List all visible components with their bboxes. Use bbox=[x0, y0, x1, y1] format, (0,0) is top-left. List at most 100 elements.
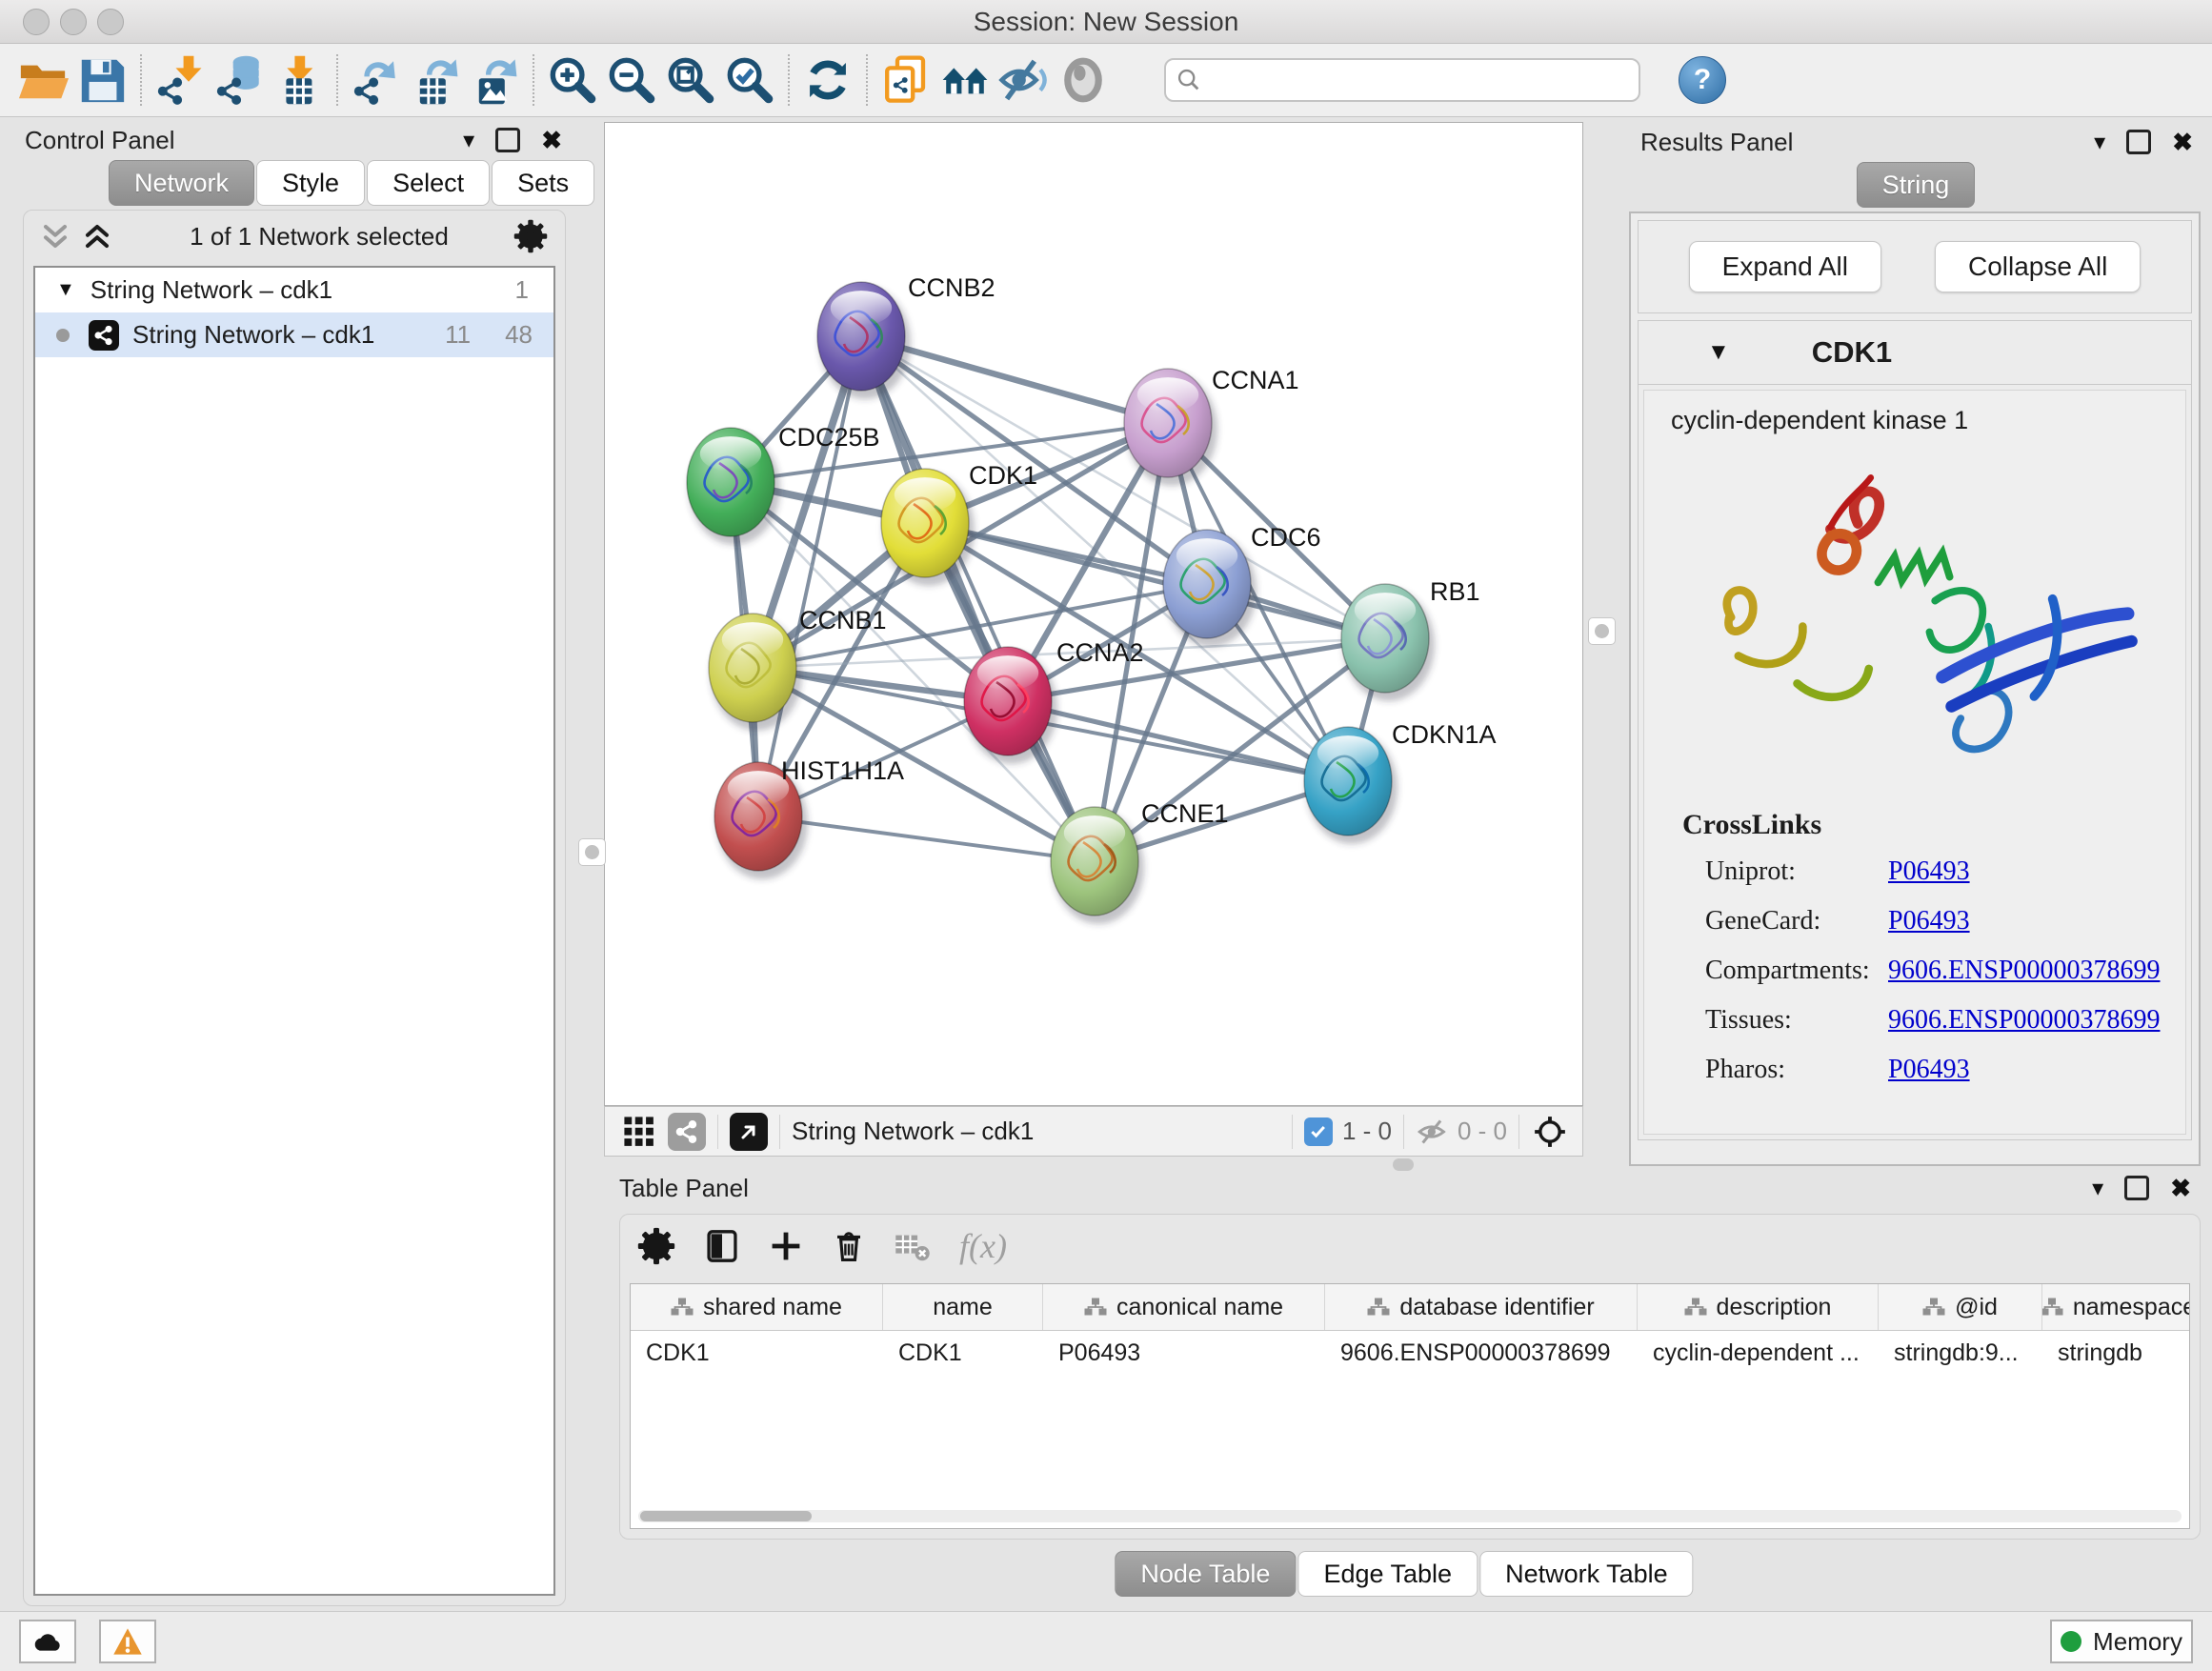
open-session-button[interactable] bbox=[13, 50, 72, 110]
panel-menu-icon[interactable]: ▾ bbox=[2092, 1175, 2103, 1202]
save-session-button[interactable] bbox=[72, 50, 131, 110]
zoom-in-button[interactable] bbox=[543, 50, 602, 110]
zoom-window-button[interactable] bbox=[97, 9, 124, 35]
expand-all-icon[interactable] bbox=[83, 222, 111, 251]
tab-style[interactable]: Style bbox=[256, 160, 365, 206]
network-node-CCNA1[interactable] bbox=[1124, 369, 1217, 486]
table-row[interactable]: CDK1CDK1P064939606.ENSP00000378699cyclin… bbox=[631, 1331, 2189, 1375]
hide-graphics-button[interactable] bbox=[995, 50, 1054, 110]
tree-expander-icon[interactable]: ▼ bbox=[56, 279, 75, 301]
collapse-all-icon[interactable] bbox=[41, 222, 70, 251]
panel-float-icon[interactable] bbox=[495, 128, 520, 152]
horizontal-scrollbar[interactable] bbox=[638, 1510, 2182, 1522]
first-neighbors-button[interactable] bbox=[935, 50, 995, 110]
panel-menu-icon[interactable]: ▾ bbox=[463, 127, 474, 154]
network-collection-row[interactable]: ▼ String Network – cdk1 1 bbox=[35, 268, 553, 312]
crosslink-value-link[interactable]: 9606.ENSP00000378699 bbox=[1888, 956, 2160, 986]
import-network-database-button[interactable] bbox=[210, 50, 269, 110]
detach-view-button[interactable] bbox=[730, 1113, 768, 1151]
refresh-button[interactable] bbox=[798, 50, 857, 110]
open-folder-icon bbox=[17, 54, 69, 106]
tab-network-table[interactable]: Network Table bbox=[1479, 1551, 1694, 1597]
panel-menu-icon[interactable]: ▾ bbox=[2094, 129, 2105, 156]
crosslink-value-link[interactable]: P06493 bbox=[1888, 906, 1970, 936]
tab-select[interactable]: Select bbox=[367, 160, 490, 206]
crosslink-value-link[interactable]: 9606.ENSP00000378699 bbox=[1888, 1005, 2160, 1036]
table-settings-gear-icon[interactable] bbox=[637, 1227, 675, 1265]
right-splitter-handle[interactable] bbox=[1588, 617, 1616, 645]
gear-icon[interactable] bbox=[513, 219, 548, 253]
panel-close-icon[interactable]: ✖ bbox=[2172, 128, 2193, 157]
fit-content-button[interactable] bbox=[1531, 1113, 1569, 1151]
network-node-CDC6[interactable] bbox=[1163, 530, 1257, 647]
crosslink-value-link[interactable]: P06493 bbox=[1888, 1055, 1970, 1085]
search-input[interactable] bbox=[1202, 65, 1629, 96]
panel-float-icon[interactable] bbox=[2124, 1176, 2149, 1200]
tab-network[interactable]: Network bbox=[109, 160, 254, 206]
table-cell[interactable]: P06493 bbox=[1043, 1339, 1325, 1367]
panel-close-icon[interactable]: ✖ bbox=[541, 126, 562, 155]
network-node-CCNA2[interactable] bbox=[964, 647, 1057, 764]
show-columns-icon[interactable] bbox=[704, 1228, 740, 1264]
close-window-button[interactable] bbox=[23, 9, 50, 35]
column-header-name[interactable]: name bbox=[883, 1284, 1043, 1330]
column-header-canonical-name[interactable]: canonical name bbox=[1043, 1284, 1325, 1330]
import-network-file-button[interactable] bbox=[151, 50, 210, 110]
zoom-fit-button[interactable] bbox=[661, 50, 720, 110]
network-edge[interactable] bbox=[1008, 701, 1348, 781]
table-cell[interactable]: stringdb bbox=[2042, 1339, 2190, 1367]
table-cell[interactable]: stringdb:9... bbox=[1879, 1339, 2042, 1367]
table-cell[interactable]: CDK1 bbox=[883, 1339, 1043, 1367]
panel-float-icon[interactable] bbox=[2126, 130, 2151, 154]
tab-node-table[interactable]: Node Table bbox=[1115, 1551, 1296, 1597]
cloud-status-button[interactable] bbox=[19, 1620, 76, 1663]
network-node-CCNB2[interactable] bbox=[817, 282, 911, 399]
table-cell[interactable]: 9606.ENSP00000378699 bbox=[1325, 1339, 1638, 1367]
table-cell[interactable]: cyclin-dependent ... bbox=[1638, 1339, 1879, 1367]
delete-column-icon[interactable] bbox=[832, 1229, 866, 1263]
export-network-button[interactable] bbox=[347, 50, 406, 110]
expand-all-button[interactable]: Expand All bbox=[1689, 241, 1881, 292]
network-node-CDKN1A[interactable] bbox=[1304, 727, 1398, 844]
section-expander-icon[interactable]: ▼ bbox=[1707, 339, 1730, 366]
export-table-button[interactable] bbox=[406, 50, 465, 110]
column-header-shared-name[interactable]: shared name bbox=[631, 1284, 883, 1330]
left-splitter-handle[interactable] bbox=[578, 838, 606, 866]
column-header-description[interactable]: description bbox=[1638, 1284, 1879, 1330]
birdseye-toggle-button[interactable] bbox=[1054, 50, 1113, 110]
export-image-button[interactable] bbox=[465, 50, 524, 110]
scrollbar-thumb[interactable] bbox=[640, 1511, 812, 1521]
help-button[interactable]: ? bbox=[1679, 56, 1726, 104]
add-column-icon[interactable] bbox=[769, 1229, 803, 1263]
panel-close-icon[interactable]: ✖ bbox=[2170, 1174, 2191, 1203]
clone-network-button[interactable] bbox=[876, 50, 935, 110]
minimize-window-button[interactable] bbox=[60, 9, 87, 35]
selected-checkbox-icon[interactable] bbox=[1304, 1117, 1333, 1146]
crosslink-value-link[interactable]: P06493 bbox=[1888, 856, 1970, 887]
collapse-all-button[interactable]: Collapse All bbox=[1935, 241, 2141, 292]
memory-button[interactable]: Memory bbox=[2050, 1620, 2193, 1663]
warnings-button[interactable] bbox=[99, 1620, 156, 1663]
node-table: shared namenamecanonical namedatabase id… bbox=[630, 1283, 2190, 1529]
tab-sets[interactable]: Sets bbox=[492, 160, 594, 206]
column-header-namespace[interactable]: namespace bbox=[2042, 1284, 2190, 1330]
network-node-CCNB1[interactable] bbox=[709, 614, 802, 731]
network-view-mode-button[interactable] bbox=[668, 1113, 706, 1151]
network-canvas[interactable]: CCNB2CCNA1CDC25BCDK1CDC6RB1CCNB1CCNA2CDK… bbox=[604, 122, 1583, 1106]
network-node-RB1[interactable] bbox=[1341, 584, 1435, 701]
network-row[interactable]: String Network – cdk1 11 48 bbox=[35, 312, 553, 357]
table-cell[interactable]: CDK1 bbox=[631, 1339, 883, 1367]
tab-string[interactable]: String bbox=[1857, 162, 1976, 208]
column-header--id[interactable]: @id bbox=[1879, 1284, 2042, 1330]
import-table-button[interactable] bbox=[269, 50, 328, 110]
gene-section-header[interactable]: ▼ CDK1 bbox=[1639, 321, 2191, 385]
column-header-database-identifier[interactable]: database identifier bbox=[1325, 1284, 1638, 1330]
zoom-selected-button[interactable] bbox=[720, 50, 779, 110]
zoom-out-button[interactable] bbox=[602, 50, 661, 110]
tab-edge-table[interactable]: Edge Table bbox=[1297, 1551, 1478, 1597]
network-edge[interactable] bbox=[758, 336, 861, 816]
network-node-CDK1[interactable] bbox=[881, 469, 975, 586]
network-edge[interactable] bbox=[758, 816, 1095, 861]
network-node-CCNE1[interactable] bbox=[1051, 807, 1144, 924]
grid-view-button[interactable] bbox=[620, 1113, 658, 1151]
